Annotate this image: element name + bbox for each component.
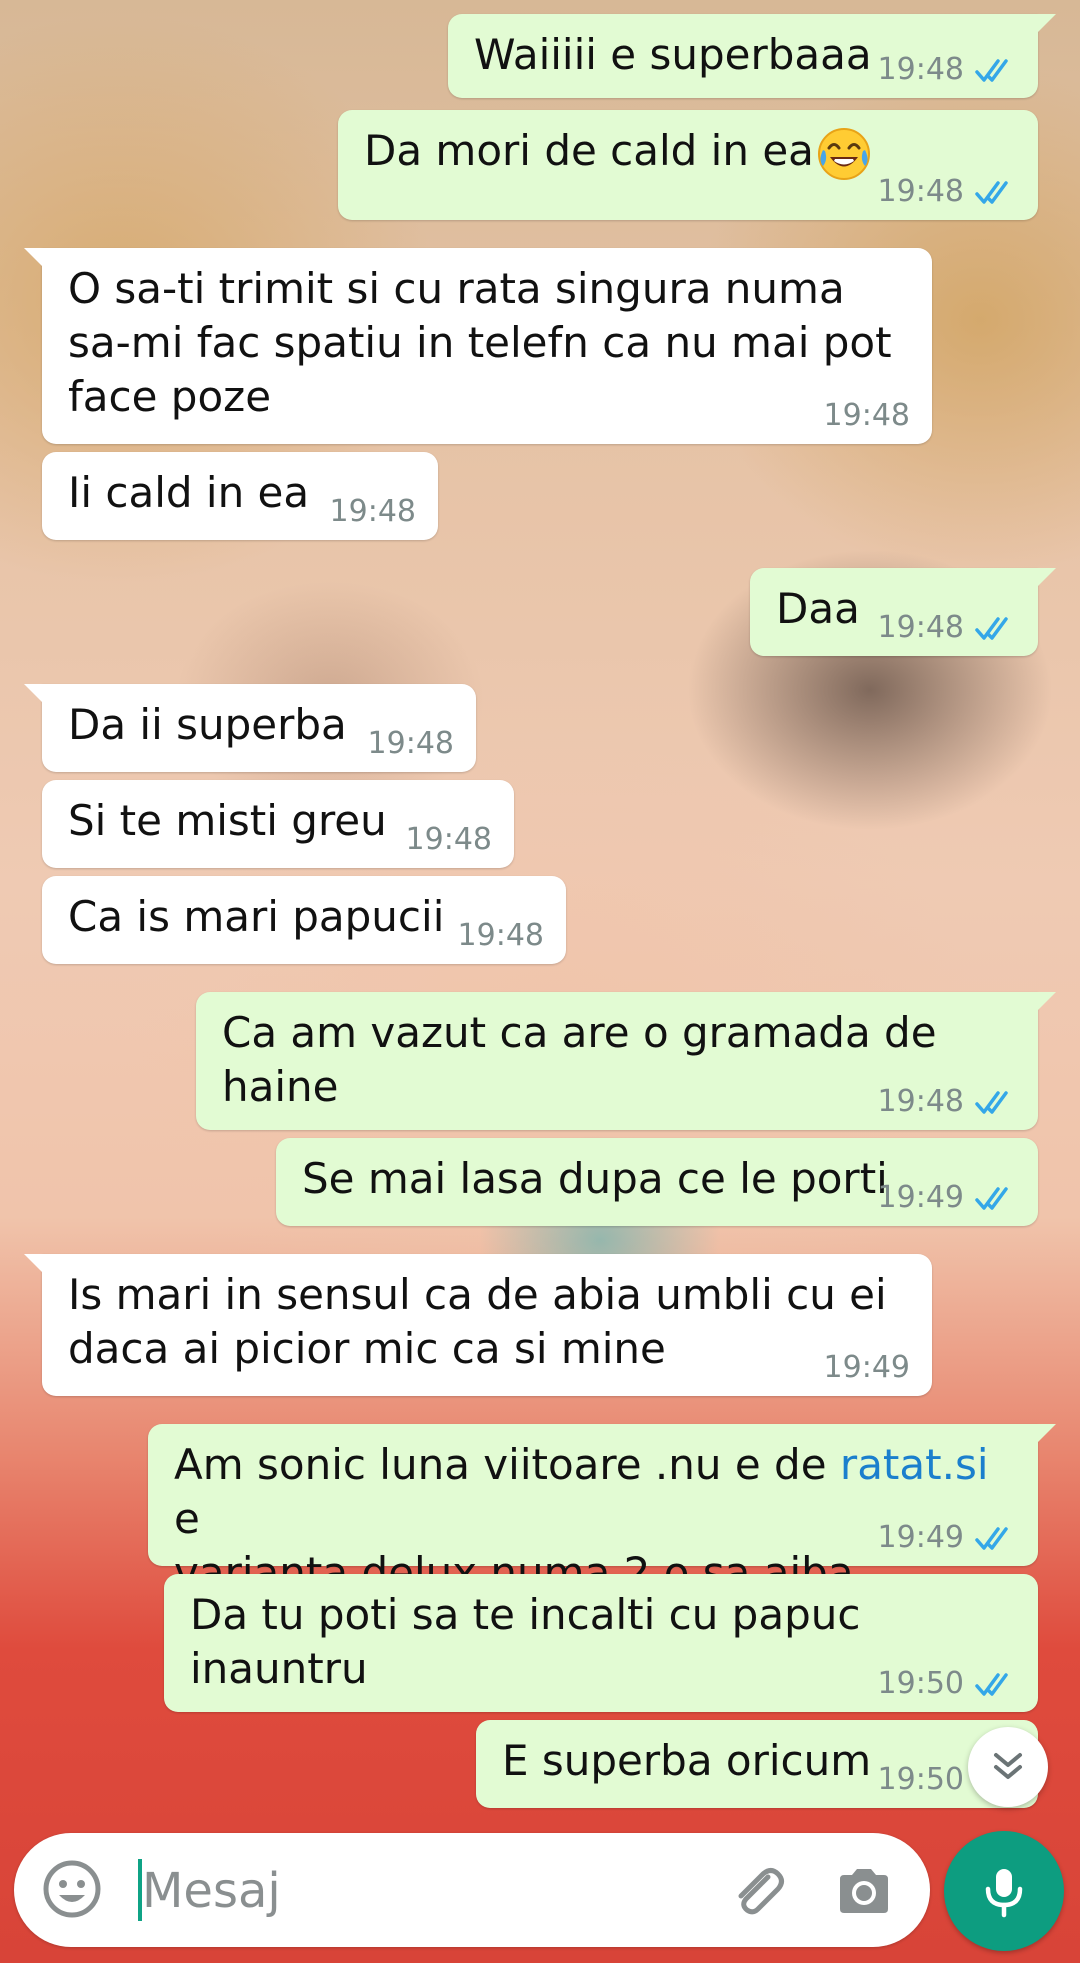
message-time: 19:48: [877, 174, 964, 209]
microphone-icon: [985, 1869, 1023, 1918]
message-meta: 19:48: [368, 724, 454, 764]
message-text: Si te misti greu: [68, 796, 387, 845]
message-text: Daa: [776, 584, 860, 633]
message-time: 19:48: [457, 918, 544, 953]
double-check-read-icon: [975, 1091, 1008, 1114]
message-time: 19:48: [367, 726, 454, 761]
message-meta: 19:49: [824, 1348, 910, 1388]
message-text: Waiiiii e superbaaa: [474, 30, 872, 79]
scroll-to-bottom-button[interactable]: [968, 1727, 1048, 1807]
message-time: 19:48: [329, 494, 416, 529]
double-check-read-icon: [975, 1187, 1008, 1210]
message-text: Da mori de cald in ea: [364, 126, 814, 175]
double-check-read-icon: [975, 1673, 1008, 1696]
double-chevron-down-icon: [994, 1753, 1022, 1779]
message-time: 19:49: [877, 1180, 964, 1215]
camera-icon[interactable]: [832, 1859, 896, 1923]
message-meta: 19:50: [878, 1664, 1016, 1704]
message-meta: 19:48: [458, 916, 544, 956]
message-bubble-outgoing[interactable]: Am sonic luna viitoare .nu e de ratat.si…: [148, 1424, 1056, 1597]
double-check-read-icon: [975, 181, 1008, 204]
message-text: E superba oricum: [502, 1736, 872, 1785]
message-text: Is mari in sensul ca de abia umbli cu ei…: [68, 1270, 887, 1373]
face-with-tears-of-joy-icon: [817, 127, 870, 180]
message-bubble-incoming[interactable]: Ii cald in ea 19:48: [42, 452, 438, 540]
message-meta: 19:49: [878, 1518, 1016, 1558]
message-time: 19:49: [877, 1520, 964, 1555]
message-text: Da tu poti sa te incalti cu papuc inaunt…: [190, 1590, 874, 1693]
message-meta: 19:48: [878, 172, 1016, 212]
message-bubble-outgoing[interactable]: Se mai lasa dupa ce le porti 19:49: [276, 1138, 1038, 1226]
message-time: 19:48: [877, 1084, 964, 1119]
message-text: Ca is mari papucii: [68, 892, 445, 941]
double-check-read-icon: [975, 617, 1008, 640]
message-bubble-outgoing[interactable]: Da mori de cald in ea 19:48: [338, 110, 1038, 220]
message-text: Da ii superba: [68, 700, 347, 749]
message-time: 19:48: [823, 398, 910, 433]
message-bubble-outgoing[interactable]: Daa 19:48: [750, 568, 1056, 656]
message-bubble-outgoing[interactable]: Ca am vazut ca are o gramada de haine 19…: [196, 992, 1056, 1130]
message-composer: Mesaj: [14, 1833, 930, 1947]
message-meta: 19:49: [878, 1178, 1016, 1218]
message-time: 19:50: [877, 1666, 964, 1701]
voice-record-button[interactable]: [944, 1831, 1064, 1951]
message-time: 19:48: [877, 52, 964, 87]
message-bubble-incoming[interactable]: Da ii superba 19:48: [24, 684, 476, 772]
message-bubble-incoming[interactable]: O sa-ti trimit si cu rata singura numa s…: [24, 248, 932, 444]
message-meta: 19:48: [330, 492, 416, 532]
message-text: O sa-ti trimit si cu rata singura numa s…: [68, 264, 892, 421]
message-time: 19:50: [877, 1762, 964, 1797]
message-bubble-incoming[interactable]: Ca is mari papucii 19:48: [42, 876, 566, 964]
message-text: Se mai lasa dupa ce le porti: [302, 1154, 888, 1203]
message-input[interactable]: Mesaj: [142, 1861, 702, 1921]
message-bubble-incoming[interactable]: Si te misti greu 19:48: [42, 780, 514, 868]
message-bubble-outgoing[interactable]: E superba oricum 19:50: [476, 1720, 1038, 1808]
double-check-read-icon: [975, 59, 1008, 82]
double-check-read-icon: [975, 1527, 1008, 1550]
message-text-part: Am sonic luna viitoare .nu e de: [174, 1440, 840, 1489]
message-time: 19:48: [877, 610, 964, 645]
message-bubble-incoming[interactable]: Is mari in sensul ca de abia umbli cu ei…: [24, 1254, 932, 1396]
message-bubble-outgoing[interactable]: Waiiiii e superbaaa 19:48: [448, 14, 1056, 98]
message-text: Ca am vazut ca are o gramada de haine: [222, 1008, 950, 1111]
message-meta: 19:48: [406, 820, 492, 860]
message-time: 19:48: [405, 822, 492, 857]
message-bubble-outgoing[interactable]: Da tu poti sa te incalti cu papuc inaunt…: [164, 1574, 1038, 1712]
message-meta: 19:48: [878, 50, 1016, 90]
message-link[interactable]: ratat.si: [840, 1440, 989, 1489]
message-meta: 19:48: [878, 608, 1016, 648]
message-text: Ii cald in ea: [68, 468, 310, 517]
smiley-icon[interactable]: [40, 1857, 104, 1921]
paperclip-icon[interactable]: [724, 1859, 788, 1923]
message-time: 19:49: [823, 1350, 910, 1385]
message-meta: 19:48: [878, 1082, 1016, 1122]
message-meta: 19:48: [824, 396, 910, 436]
